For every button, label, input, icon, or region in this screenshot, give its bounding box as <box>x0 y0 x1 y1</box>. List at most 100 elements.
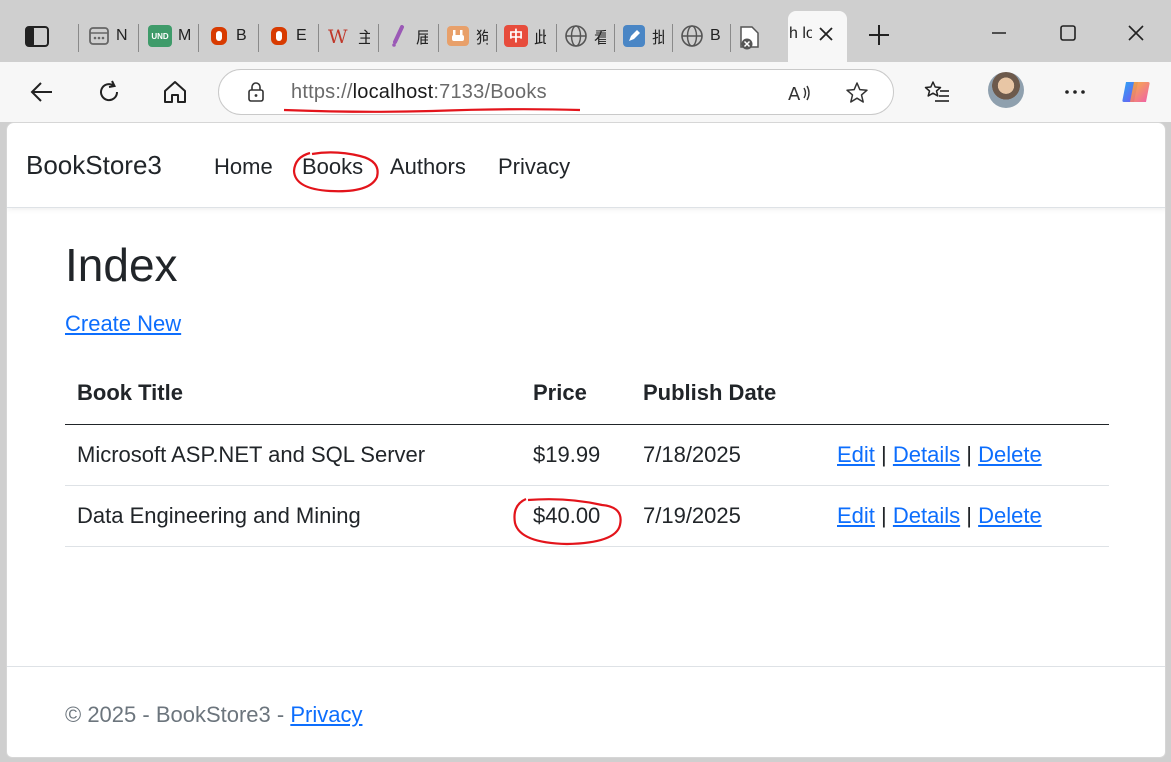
url-path: :7133/Books <box>433 81 547 103</box>
lock-icon[interactable] <box>245 81 267 103</box>
delete-link[interactable]: Delete <box>978 442 1042 467</box>
column-header-price: Price <box>521 363 631 425</box>
page-error-icon <box>740 26 759 50</box>
url-scheme: https:// <box>291 81 353 103</box>
address-bar[interactable]: https://localhost:7133/Books A <box>218 69 894 115</box>
footer-privacy-link[interactable]: Privacy <box>290 702 362 727</box>
details-link[interactable]: Details <box>893 503 960 528</box>
books-table: Book Title Price Publish Date Microsoft … <box>65 363 1109 547</box>
office-icon <box>271 27 287 45</box>
tab-2[interactable]: B <box>208 14 248 58</box>
tab-separator <box>378 24 379 52</box>
tab-separator <box>672 24 673 52</box>
new-tab-icon[interactable] <box>866 22 892 48</box>
tab-title: 届 <box>416 30 428 47</box>
site-navbar: BookStore3 Home Books Authors Privacy <box>7 123 1165 208</box>
chinese-icon: 中 <box>504 25 528 47</box>
url-host: localhost <box>352 81 434 103</box>
tab-separator <box>138 24 139 52</box>
footer-text: © 2025 - BookStore3 - Privacy <box>65 702 362 728</box>
tab-separator <box>614 24 615 52</box>
tab-8[interactable]: 看 <box>564 14 606 58</box>
more-button[interactable] <box>1059 76 1091 108</box>
url-text[interactable]: https://localhost:7133/Books <box>291 81 547 104</box>
tab-10[interactable]: B <box>680 14 722 58</box>
globe-icon <box>565 25 587 47</box>
book-date-cell: 7/19/2025 <box>631 485 825 547</box>
book-price-cell: $19.99 <box>521 424 631 486</box>
tab-7[interactable]: 中 此 <box>504 14 546 58</box>
back-arrow-icon <box>30 82 52 102</box>
book-title-cell: Microsoft ASP.NET and SQL Server <box>65 424 521 486</box>
tab-strip: N UND M B E W 主 届 狗 中 此 看 批 B h lo <box>0 0 1171 62</box>
tab-separator <box>258 24 259 52</box>
maximize-icon[interactable] <box>1055 20 1081 46</box>
read-aloud-icon[interactable]: A <box>787 80 813 106</box>
book-title-cell: Data Engineering and Mining <box>65 485 521 547</box>
close-window-icon[interactable] <box>1123 20 1149 46</box>
page-title: Index <box>65 239 178 291</box>
home-icon <box>164 81 186 103</box>
tab-separator <box>198 24 199 52</box>
separator: | <box>881 441 887 467</box>
close-tab-icon[interactable] <box>815 23 837 45</box>
column-header-title: Book Title <box>65 363 521 425</box>
tab-6[interactable]: 狗 <box>446 14 488 58</box>
book-price-cell: $40.00 <box>521 485 631 547</box>
tab-separator <box>496 24 497 52</box>
nav-books[interactable]: Books <box>302 154 363 180</box>
tab-0[interactable]: N <box>88 14 128 58</box>
w-icon: W <box>328 26 348 47</box>
globe-icon <box>681 25 703 47</box>
edit-icon <box>623 25 645 47</box>
edit-link[interactable]: Edit <box>837 442 875 467</box>
tab-3[interactable]: E <box>268 14 308 58</box>
tab-title: 批 <box>652 30 664 47</box>
tab-9[interactable]: 批 <box>622 14 664 58</box>
tab-5[interactable]: 届 <box>388 14 428 58</box>
calendar-icon <box>89 27 109 45</box>
office-icon <box>211 27 227 45</box>
tab-1[interactable]: UND M <box>148 14 190 58</box>
more-dots-icon <box>1065 90 1085 94</box>
table-header-row: Book Title Price Publish Date <box>65 363 1109 425</box>
und-icon: UND <box>148 25 172 47</box>
tab-separator <box>78 24 79 52</box>
active-tab[interactable]: h lo <box>788 11 847 62</box>
tab-loading[interactable] <box>738 16 762 60</box>
separator: | <box>966 441 972 467</box>
svg-text:A: A <box>788 84 801 105</box>
minimize-icon[interactable] <box>986 20 1012 46</box>
details-link[interactable]: Details <box>893 442 960 467</box>
table-row: Data Engineering and Mining $40.00 7/19/… <box>65 485 1109 547</box>
tab-title: 看 <box>594 30 606 47</box>
brand-link[interactable]: BookStore3 <box>26 150 162 181</box>
book-actions-cell: Edit | Details | Delete <box>825 485 1109 547</box>
tab-separator <box>318 24 319 52</box>
copilot-button[interactable] <box>1120 76 1152 108</box>
tab-separator <box>438 24 439 52</box>
tab-4[interactable]: W 主 <box>328 14 370 58</box>
tab-title: B <box>710 27 721 44</box>
tab-title: E <box>296 27 307 44</box>
create-new-link[interactable]: Create New <box>65 311 181 337</box>
favorites-button[interactable] <box>921 76 953 108</box>
plug-icon <box>447 26 469 46</box>
delete-link[interactable]: Delete <box>978 503 1042 528</box>
tab-title: 主 <box>358 30 370 47</box>
tab-title: B <box>236 27 247 44</box>
refresh-button[interactable] <box>93 76 125 108</box>
edit-link[interactable]: Edit <box>837 503 875 528</box>
nav-home[interactable]: Home <box>214 154 273 180</box>
site-footer: © 2025 - BookStore3 - Privacy <box>7 666 1165 757</box>
separator: | <box>881 502 887 528</box>
nav-privacy[interactable]: Privacy <box>498 154 570 180</box>
back-button[interactable] <box>26 76 58 108</box>
tab-title: 狗 <box>476 30 488 47</box>
copyright-text: © 2025 - BookStore3 - <box>65 702 291 727</box>
home-button[interactable] <box>159 76 191 108</box>
nav-authors[interactable]: Authors <box>390 154 466 180</box>
tab-actions-icon[interactable] <box>22 22 52 50</box>
favorite-star-icon[interactable] <box>844 80 870 106</box>
profile-avatar[interactable] <box>988 72 1024 108</box>
